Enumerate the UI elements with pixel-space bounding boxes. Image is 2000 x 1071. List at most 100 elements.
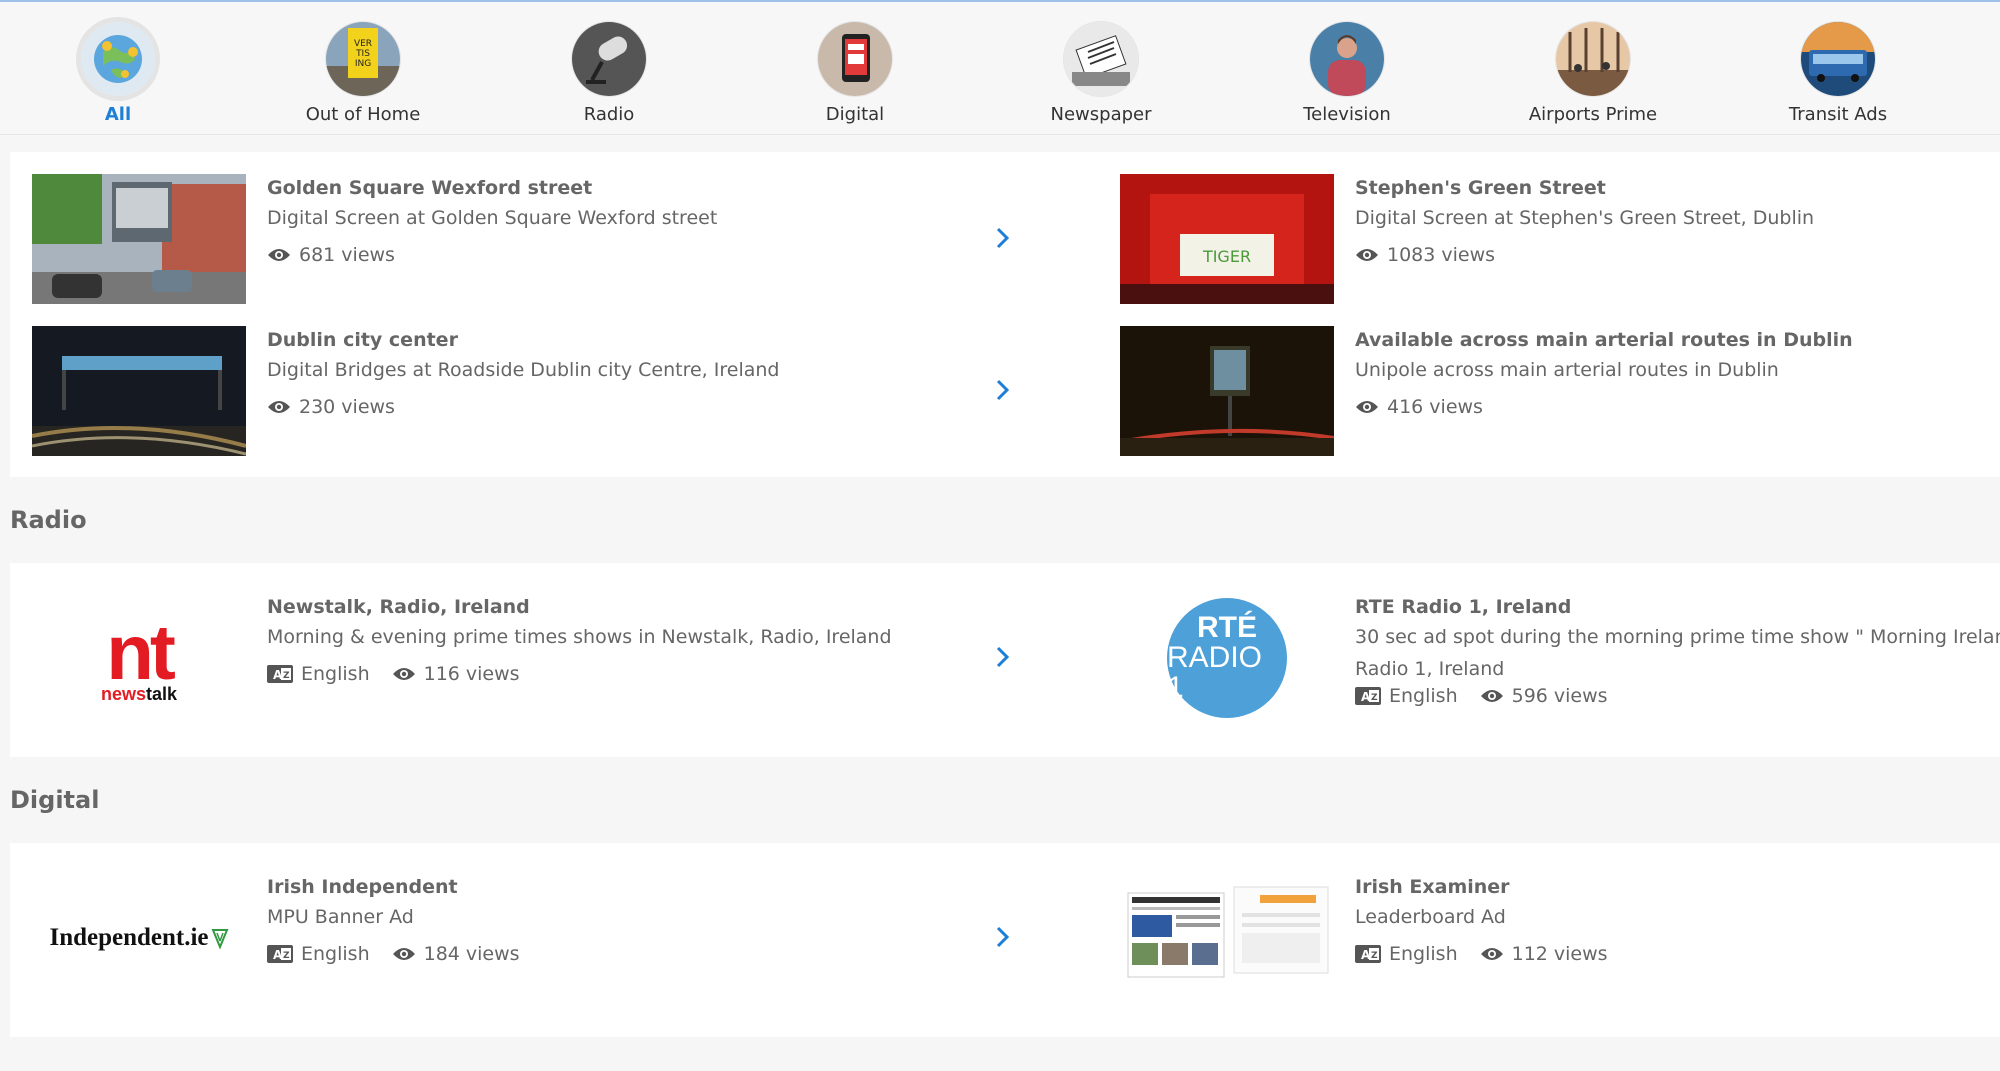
newstalk-logo-mark: nt — [106, 608, 176, 696]
svg-text:VER: VER — [354, 39, 372, 49]
svg-text:Z: Z — [283, 671, 290, 681]
independent-ie-logo[interactable]: Independent.ie — [32, 873, 246, 1003]
listing-description: Leaderboard Ad — [1355, 906, 1506, 928]
category-label: Radio — [583, 104, 635, 125]
views-count: 116 views — [423, 663, 520, 685]
globe-icon — [81, 22, 155, 96]
newstalk-logo-talk: talk — [146, 684, 178, 704]
listing-item[interactable]: Independent.ie Irish Independent MPU Ban… — [10, 873, 1010, 1003]
language-label: English — [1389, 685, 1458, 707]
views-count: 416 views — [1387, 396, 1483, 418]
listing-item[interactable]: Available across main arterial routes in… — [1098, 326, 2000, 456]
eye-icon — [268, 249, 290, 261]
category-label: All — [104, 104, 132, 125]
views-count: 112 views — [1511, 943, 1608, 965]
views-count: 184 views — [423, 943, 520, 965]
category-out-of-home[interactable]: VER TIS ING Out of Home — [248, 22, 478, 125]
listing-thumbnail[interactable]: TIGER — [1120, 174, 1334, 304]
radio-listing-card: nt newstalk Newstalk, Radio, Ireland Mor… — [10, 563, 2000, 757]
chevron-right-icon[interactable] — [993, 378, 1013, 402]
category-label: Television — [1303, 104, 1391, 125]
svg-text:Z: Z — [1371, 951, 1378, 961]
eye-icon — [268, 401, 290, 413]
listing-title[interactable]: Stephen's Green Street — [1355, 174, 2000, 202]
language-icon: AZ — [1355, 687, 1381, 705]
views-count: 1083 views — [1387, 244, 1496, 266]
listing-thumbnail[interactable] — [1120, 326, 1334, 456]
category-label: Out of Home — [305, 104, 421, 125]
listing-title[interactable]: Golden Square Wexford street — [267, 174, 987, 202]
billboard-icon: VER TIS ING — [326, 22, 400, 96]
category-transit-ads[interactable]: Transit Ads — [1723, 22, 1953, 125]
listing-item[interactable]: Golden Square Wexford street Digital Scr… — [10, 174, 1010, 304]
chevron-right-icon[interactable] — [993, 925, 1013, 949]
listing-description: 30 sec ad spot during the morning prime … — [1355, 626, 2000, 680]
newstalk-logo[interactable]: nt newstalk — [32, 593, 246, 723]
listing-description: Morning & evening prime times shows in N… — [267, 626, 892, 648]
newspaper-icon — [1064, 22, 1138, 96]
category-radio[interactable]: Radio — [494, 22, 724, 125]
listing-title[interactable]: Irish Examiner — [1355, 873, 2000, 901]
category-bar: All VER TIS ING Out of Home Radio Digital … — [0, 2, 2000, 135]
rte-logo-line1: RTÉ — [1197, 611, 1257, 644]
category-newspaper[interactable]: Newspaper — [986, 22, 1216, 125]
airport-icon — [1556, 22, 1630, 96]
section-heading-digital: Digital — [10, 786, 100, 814]
listing-thumbnail[interactable] — [32, 326, 246, 456]
svg-text:Z: Z — [283, 951, 290, 961]
independent-logo-text: Independent.ie — [49, 924, 209, 951]
listing-description: Unipole across main arterial routes in D… — [1355, 359, 1779, 381]
listing-title[interactable]: Available across main arterial routes in… — [1355, 326, 2000, 354]
microphone-icon — [572, 22, 646, 96]
language-label: English — [301, 943, 370, 965]
bus-icon — [1801, 22, 1875, 96]
listing-title[interactable]: Newstalk, Radio, Ireland — [267, 593, 987, 621]
irish-examiner-preview[interactable] — [1120, 873, 1334, 1003]
svg-text:Z: Z — [1371, 693, 1378, 703]
listing-item[interactable]: Irish Examiner Leaderboard Ad A Z English … — [1098, 873, 2000, 1003]
category-television[interactable]: Television — [1232, 22, 1462, 125]
listing-description: Digital Bridges at Roadside Dublin city … — [267, 359, 780, 381]
category-digital[interactable]: Digital — [740, 22, 970, 125]
listing-item[interactable]: nt newstalk Newstalk, Radio, Ireland Mor… — [10, 593, 1010, 723]
views-count: 230 views — [299, 396, 395, 418]
listing-title[interactable]: RTE Radio 1, Ireland — [1355, 593, 2000, 621]
language-icon: AZ — [1355, 945, 1381, 963]
rte-radio1-logo[interactable]: RTÉ RADIO 1 — [1120, 593, 1334, 723]
category-all[interactable]: All — [3, 22, 233, 125]
television-icon — [1310, 22, 1384, 96]
svg-text:ING: ING — [355, 59, 371, 69]
chevron-right-icon[interactable] — [993, 226, 1013, 250]
ooh-listing-card: Golden Square Wexford street Digital Scr… — [10, 152, 2000, 477]
newstalk-logo-news: news — [100, 684, 146, 704]
eye-icon — [1480, 690, 1503, 702]
language-icon: AZ — [267, 945, 293, 963]
section-heading-radio: Radio — [10, 506, 87, 534]
language-label: English — [1389, 943, 1458, 965]
eye-icon — [392, 668, 415, 680]
views-count: 681 views — [299, 244, 395, 266]
svg-text:TIGER: TIGER — [1202, 247, 1251, 266]
listing-title[interactable]: Dublin city center — [267, 326, 987, 354]
svg-text:TIS: TIS — [355, 49, 370, 59]
listing-item[interactable]: TIGER Stephen's Green Street Digital Scr… — [1098, 174, 2000, 304]
listing-item[interactable]: RTÉ RADIO 1 RTE Radio 1, Ireland 30 sec … — [1098, 593, 2000, 723]
eye-icon — [1356, 249, 1378, 261]
eye-icon — [392, 948, 415, 960]
category-label: Digital — [825, 104, 885, 125]
listing-thumbnail[interactable] — [32, 174, 246, 304]
views-count: 596 views — [1511, 685, 1608, 707]
listing-title[interactable]: Irish Independent — [267, 873, 987, 901]
listing-item[interactable]: Dublin city center Digital Bridges at Ro… — [10, 326, 1010, 456]
eye-icon — [1356, 401, 1378, 413]
chevron-right-icon[interactable] — [993, 645, 1013, 669]
listing-description: MPU Banner Ad — [267, 906, 414, 928]
category-label: Airports Prime — [1528, 104, 1658, 125]
category-airports-prime[interactable]: Airports Prime — [1478, 22, 1708, 125]
digital-listing-card: Independent.ie Irish Independent MPU Ban… — [10, 843, 2000, 1037]
category-label: Newspaper — [1050, 104, 1152, 125]
listing-description: Digital Screen at Stephen's Green Street… — [1355, 207, 1815, 229]
listing-description: Digital Screen at Golden Square Wexford … — [267, 207, 718, 229]
category-label: Transit Ads — [1788, 104, 1888, 125]
language-label: English — [301, 663, 370, 685]
